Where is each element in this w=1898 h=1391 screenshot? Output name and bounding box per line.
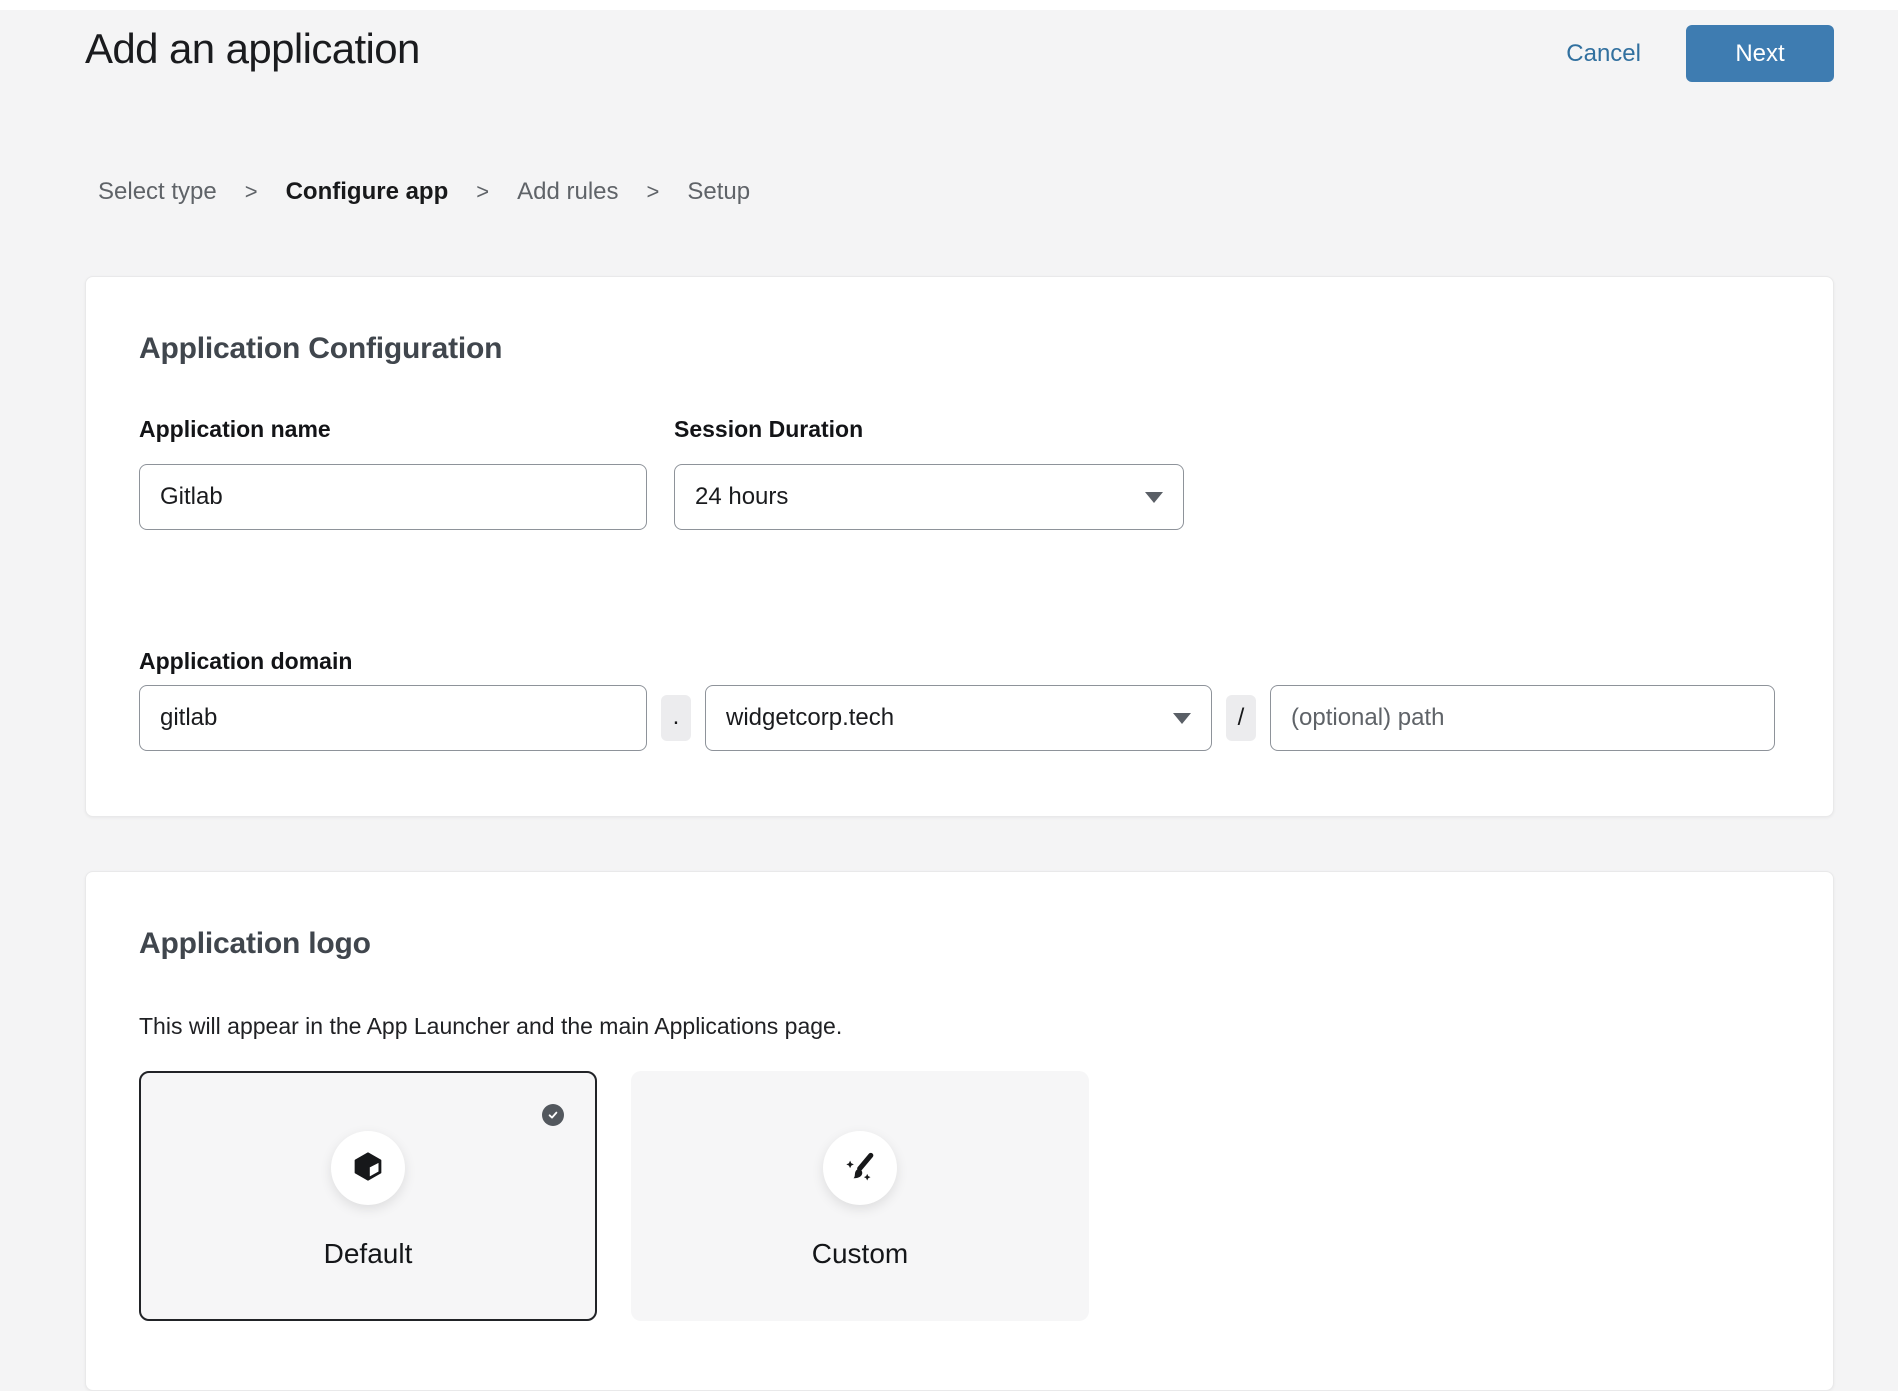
breadcrumb-item-select-type[interactable]: Select type bbox=[98, 178, 217, 206]
tile-icon-circle bbox=[823, 1131, 897, 1205]
breadcrumb-separator: > bbox=[245, 179, 258, 205]
logo-option-default[interactable]: Default bbox=[139, 1071, 597, 1321]
chevron-down-icon bbox=[1145, 492, 1163, 503]
chevron-down-icon bbox=[1173, 713, 1191, 724]
cancel-button[interactable]: Cancel bbox=[1566, 40, 1641, 68]
next-button[interactable]: Next bbox=[1686, 25, 1834, 82]
application-name-label: Application name bbox=[139, 416, 647, 443]
logo-option-label: Default bbox=[324, 1238, 413, 1270]
application-domain-row: . widgetcorp.tech / bbox=[139, 685, 1780, 751]
breadcrumb-item-configure-app[interactable]: Configure app bbox=[286, 178, 449, 206]
application-configuration-card: Application Configuration Application na… bbox=[85, 276, 1834, 817]
selected-check-badge bbox=[542, 1104, 564, 1126]
configuration-card-heading: Application Configuration bbox=[139, 332, 1780, 366]
domain-select[interactable]: widgetcorp.tech bbox=[705, 685, 1212, 751]
session-duration-field: Session Duration 24 hours bbox=[674, 416, 1184, 530]
page-header: Add an application Cancel Next bbox=[85, 25, 1834, 82]
application-name-input[interactable] bbox=[139, 464, 647, 530]
logo-card-heading: Application logo bbox=[139, 927, 1780, 961]
logo-card-description: This will appear in the App Launcher and… bbox=[139, 1013, 1780, 1040]
logo-option-label: Custom bbox=[812, 1238, 908, 1270]
session-duration-label: Session Duration bbox=[674, 416, 1184, 443]
breadcrumb-separator: > bbox=[476, 179, 489, 205]
add-application-page: Add an application Cancel Next Select ty… bbox=[0, 10, 1898, 1391]
logo-option-custom[interactable]: Custom bbox=[631, 1071, 1089, 1321]
application-domain-label: Application domain bbox=[139, 648, 1780, 675]
paintbrush-icon bbox=[842, 1150, 878, 1186]
logo-options: Default Custom bbox=[139, 1071, 1780, 1321]
dot-separator: . bbox=[661, 695, 691, 741]
path-input[interactable] bbox=[1270, 685, 1775, 751]
subdomain-input[interactable] bbox=[139, 685, 647, 751]
session-duration-select[interactable]: 24 hours bbox=[674, 464, 1184, 530]
domain-select-value: widgetcorp.tech bbox=[726, 704, 894, 732]
tile-icon-circle bbox=[331, 1131, 405, 1205]
application-logo-card: Application logo This will appear in the… bbox=[85, 871, 1834, 1391]
header-actions: Cancel Next bbox=[1566, 25, 1834, 82]
check-icon bbox=[547, 1109, 559, 1121]
breadcrumb: Select type > Configure app > Add rules … bbox=[85, 178, 1834, 206]
breadcrumb-separator: > bbox=[647, 179, 660, 205]
slash-separator: / bbox=[1226, 695, 1256, 741]
cube-icon bbox=[350, 1150, 386, 1186]
session-duration-value: 24 hours bbox=[695, 483, 788, 511]
top-strip bbox=[0, 0, 1898, 10]
application-name-field: Application name bbox=[139, 416, 647, 530]
page-title: Add an application bbox=[85, 25, 420, 73]
breadcrumb-item-setup[interactable]: Setup bbox=[687, 178, 750, 206]
breadcrumb-item-add-rules[interactable]: Add rules bbox=[517, 178, 618, 206]
name-duration-row: Application name Session Duration 24 hou… bbox=[139, 416, 1780, 530]
